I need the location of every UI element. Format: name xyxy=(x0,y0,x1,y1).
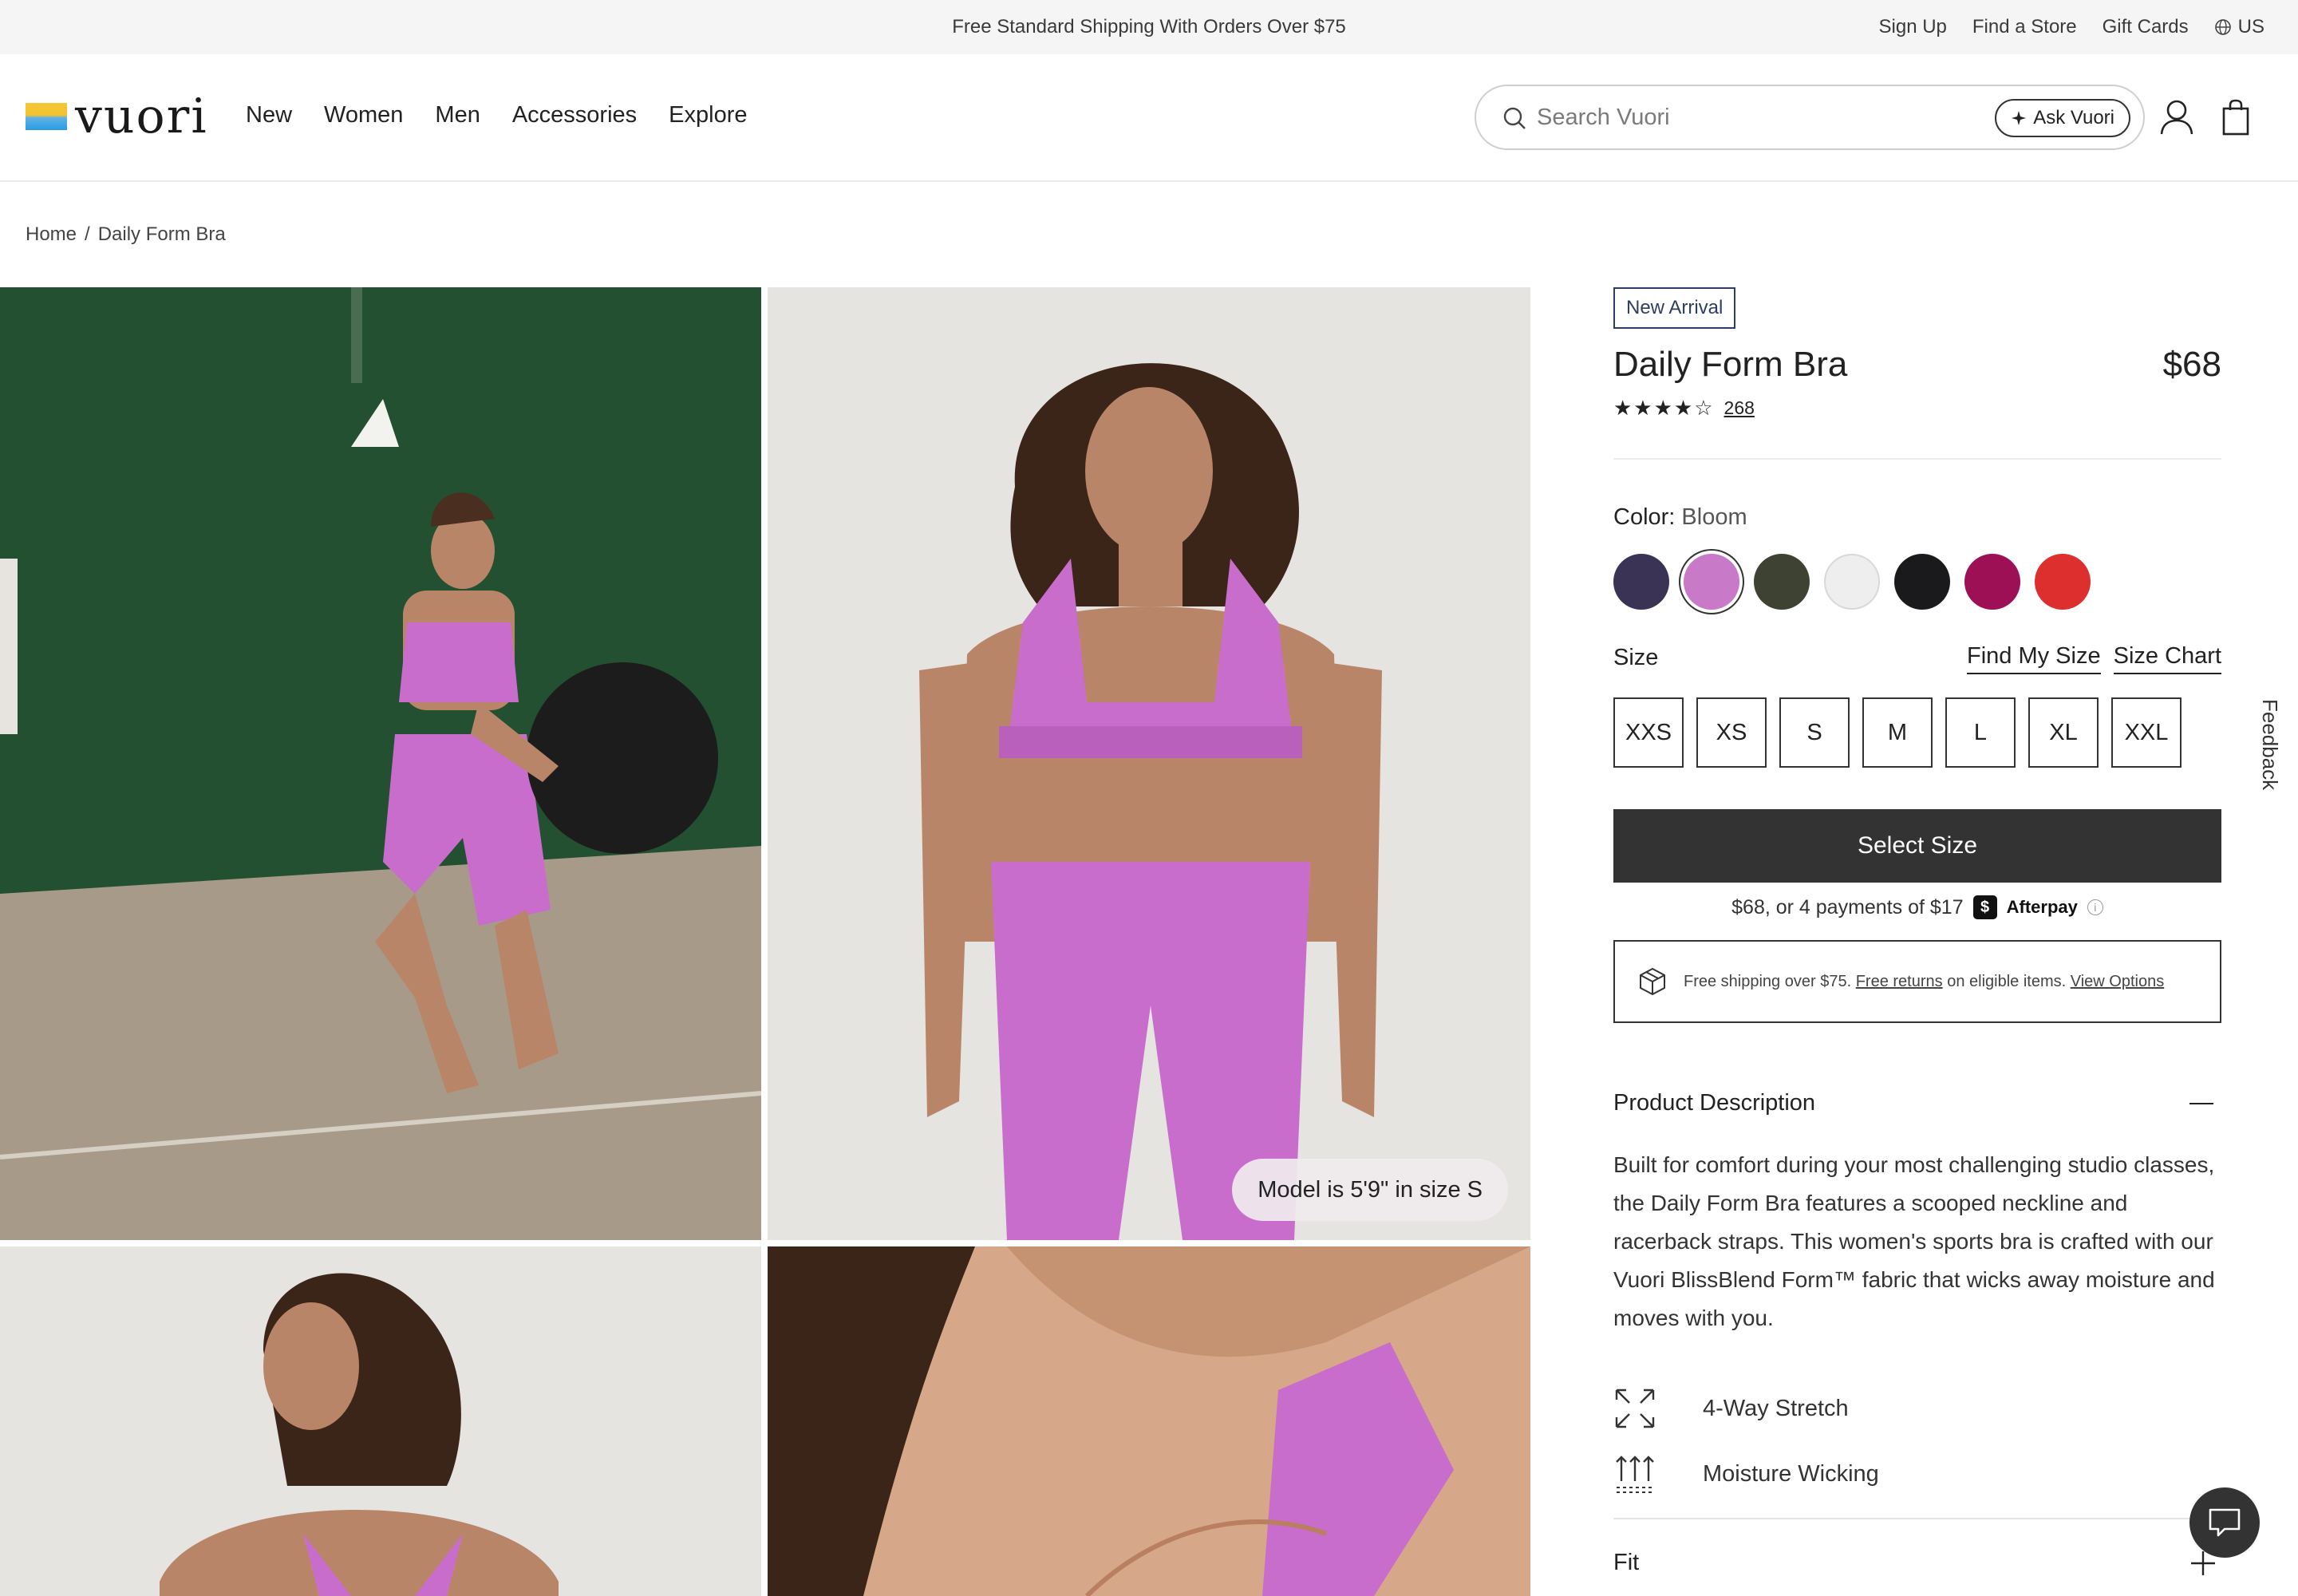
selected-color-name: Bloom xyxy=(1681,504,1747,530)
product-image-4[interactable] xyxy=(768,1246,1530,1596)
product-image-2[interactable]: Model is 5'9" in size S xyxy=(768,287,1530,1240)
search-input[interactable] xyxy=(1537,97,1856,137)
stretch-icon xyxy=(1615,1389,1655,1428)
model-size-badge: Model is 5'9" in size S xyxy=(1232,1159,1508,1221)
product-photo-front xyxy=(768,287,1530,1240)
divider xyxy=(1613,1518,2221,1519)
product-photo-detail xyxy=(768,1246,1530,1596)
package-icon xyxy=(1640,967,1665,996)
sparkle-icon xyxy=(2012,111,2027,125)
search-icon xyxy=(1503,107,1526,129)
find-store-link[interactable]: Find a Store xyxy=(1972,16,2077,38)
new-arrival-badge: New Arrival xyxy=(1613,287,1736,329)
feedback-tab[interactable]: Feedback xyxy=(2250,699,2282,795)
utility-links: Sign Up Find a Store Gift Cards US xyxy=(1879,16,2265,38)
size-option[interactable]: S xyxy=(1779,697,1850,768)
color-label-text: Color: xyxy=(1613,504,1676,530)
vuori-logo[interactable]: vuori xyxy=(26,93,208,140)
breadcrumb: Home / Daily Form Bra xyxy=(26,223,226,246)
main-nav: New Women Men Accessories Explore xyxy=(246,102,747,128)
size-options: XXS XS S M L XL XXL xyxy=(1613,697,2182,768)
size-links: Find My Size Size Chart xyxy=(1967,643,2221,674)
divider xyxy=(1613,458,2221,460)
shipping-text-1: Free shipping over $75. xyxy=(1684,972,1852,990)
product-description-body: Built for comfort during your most chall… xyxy=(1613,1152,2215,1330)
ask-vuori-button[interactable]: Ask Vuori xyxy=(1995,99,2130,137)
afterpay-logo-icon: $ xyxy=(1972,895,1997,919)
color-swatch-navy[interactable] xyxy=(1613,554,1669,610)
afterpay-info: $68, or 4 payments of $17 $ Afterpay i xyxy=(1613,895,2221,919)
product-photo-back xyxy=(0,1246,761,1596)
globe-icon xyxy=(2214,19,2231,35)
nav-women[interactable]: Women xyxy=(324,102,403,128)
nav-new[interactable]: New xyxy=(246,102,292,128)
shipping-text: Free shipping over $75. Free returns on … xyxy=(1684,973,2164,991)
review-count-link[interactable]: 268 xyxy=(1724,397,1755,419)
size-label: Size xyxy=(1613,645,1659,670)
size-option[interactable]: XXS xyxy=(1613,697,1684,768)
ask-vuori-label: Ask Vuori xyxy=(2033,107,2114,128)
color-swatch-olive[interactable] xyxy=(1754,554,1810,610)
size-chart-link[interactable]: Size Chart xyxy=(2113,643,2221,674)
chat-icon xyxy=(2209,1508,2241,1537)
rating[interactable]: ★★★★☆ 268 xyxy=(1613,396,1755,421)
product-photo-court xyxy=(0,287,761,1240)
promo-bar: Free Standard Shipping With Orders Over … xyxy=(0,0,2298,54)
nav-explore[interactable]: Explore xyxy=(669,102,747,128)
star-rating-icon: ★★★★☆ xyxy=(1613,396,1715,420)
size-option[interactable]: L xyxy=(1945,697,2016,768)
feature-label: Moisture Wicking xyxy=(1703,1460,1879,1487)
color-label: Color: Bloom xyxy=(1613,504,1747,531)
size-option[interactable]: XL xyxy=(2028,697,2099,768)
feature-label: 4-Way Stretch xyxy=(1703,1395,1849,1421)
site-header: vuori New Women Men Accessories Explore … xyxy=(0,54,2298,182)
feature-item: Moisture Wicking xyxy=(1613,1452,1879,1495)
breadcrumb-home[interactable]: Home xyxy=(26,223,77,246)
breadcrumb-current: Daily Form Bra xyxy=(97,223,226,245)
region-selector[interactable]: US xyxy=(2214,16,2264,38)
gift-cards-link[interactable]: Gift Cards xyxy=(2103,16,2189,38)
size-option[interactable]: XXL xyxy=(2111,697,2182,768)
product-price: $68 xyxy=(2162,345,2221,384)
free-returns-link[interactable]: Free returns xyxy=(1856,973,1943,990)
color-swatches xyxy=(1613,554,2091,610)
product-image-3[interactable] xyxy=(0,1246,761,1596)
afterpay-text: $68, or 4 payments of $17 xyxy=(1731,895,1964,918)
select-size-button[interactable]: Select Size xyxy=(1613,809,2221,883)
breadcrumb-separator: / xyxy=(85,223,90,245)
sign-up-link[interactable]: Sign Up xyxy=(1879,16,1947,38)
color-swatch-black[interactable] xyxy=(1894,554,1950,610)
minus-icon[interactable] xyxy=(2189,1103,2213,1104)
color-swatch-red[interactable] xyxy=(2035,554,2091,610)
fit-toggle[interactable]: Fit xyxy=(1613,1550,1639,1576)
product-title: Daily Form Bra xyxy=(1613,345,1848,384)
nav-accessories[interactable]: Accessories xyxy=(512,102,637,128)
afterpay-brand: Afterpay xyxy=(2006,897,2078,917)
nav-men[interactable]: Men xyxy=(435,102,480,128)
color-swatch-magenta[interactable] xyxy=(1964,554,2020,610)
moisture-wicking-icon xyxy=(1616,1456,1654,1493)
find-my-size-link[interactable]: Find My Size xyxy=(1967,643,2101,674)
bag-icon[interactable] xyxy=(2221,99,2250,136)
feature-item: 4-Way Stretch xyxy=(1613,1387,1849,1430)
region-label: US xyxy=(2237,16,2264,38)
color-swatch-bloom[interactable] xyxy=(1684,554,1739,610)
product-image-1[interactable] xyxy=(0,287,761,1240)
chat-button[interactable] xyxy=(2189,1487,2260,1558)
search-bar: Ask Vuori xyxy=(1475,85,2145,150)
shipping-info-box: Free shipping over $75. Free returns on … xyxy=(1613,940,2221,1023)
account-icon[interactable] xyxy=(2159,99,2194,136)
info-icon[interactable]: i xyxy=(2087,899,2103,915)
product-description-toggle[interactable]: Product Description xyxy=(1613,1090,2221,1116)
logo-text: vuori xyxy=(75,89,208,144)
logo-mark-icon xyxy=(26,103,67,130)
view-options-link[interactable]: View Options xyxy=(2071,973,2164,990)
color-swatch-white[interactable] xyxy=(1824,554,1880,610)
shipping-text-2: on eligible items. xyxy=(1947,972,2067,990)
size-option[interactable]: XS xyxy=(1696,697,1767,768)
size-option[interactable]: M xyxy=(1862,697,1933,768)
